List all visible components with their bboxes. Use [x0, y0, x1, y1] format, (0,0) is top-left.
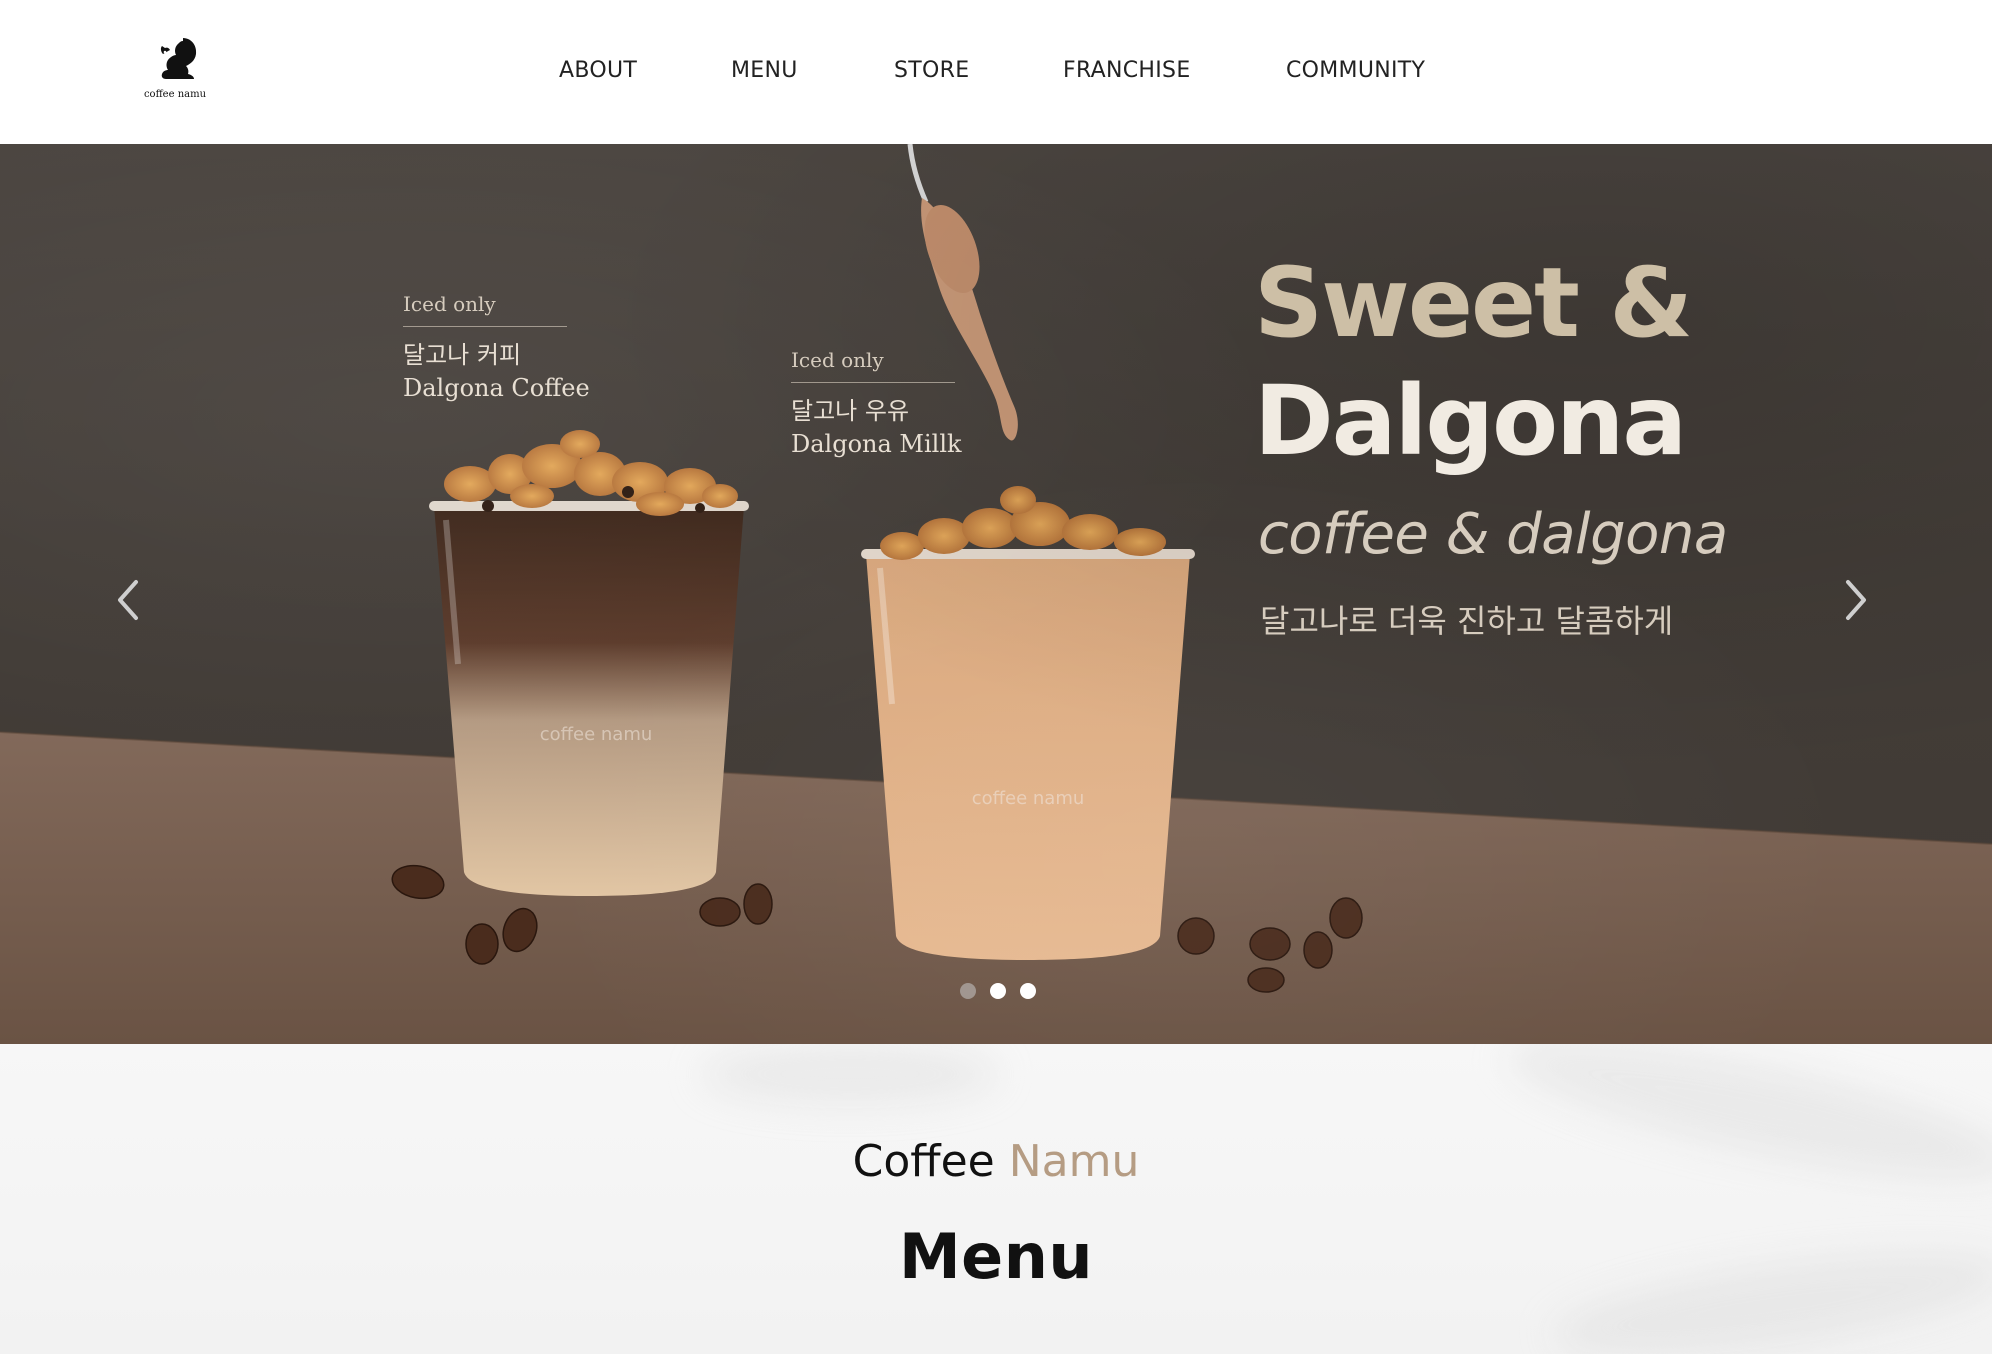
nav-item-franchise[interactable]: FRANCHISE	[1063, 58, 1191, 83]
chevron-left-icon	[118, 580, 138, 620]
iced-only-badge: Iced only	[791, 348, 955, 383]
brand-logo[interactable]: coffee namu	[140, 32, 210, 104]
product-name-ko: 달고나 우유	[791, 397, 910, 425]
product-name-ko: 달고나 커피	[403, 341, 522, 369]
nav-item-about[interactable]: ABOUT	[559, 58, 637, 83]
section-subtitle-part2: Namu	[1008, 1136, 1140, 1187]
slider-dot-2[interactable]	[990, 983, 1006, 999]
menu-section: Coffee Namu Menu	[0, 1044, 1992, 1354]
slider-prev-button[interactable]	[108, 570, 148, 630]
hero-subtitle: coffee & dalgona	[1258, 502, 1728, 567]
slider-next-button[interactable]	[1836, 570, 1876, 630]
slider-dot-1[interactable]	[960, 983, 976, 999]
product-name-en: Dalgona Coffee	[403, 374, 590, 402]
hero-title-line1: Sweet &	[1254, 247, 1693, 359]
section-subtitle: Coffee Namu	[0, 1136, 1992, 1187]
slider-dot-3[interactable]	[1020, 983, 1036, 999]
squirrel-logo-icon	[160, 38, 197, 79]
site-header: coffee namu ABOUT MENU STORE FRANCHISE C…	[0, 0, 1992, 144]
hero-title: Sweet & Dalgona	[1254, 244, 1693, 480]
section-subtitle-part1: Coffee	[852, 1136, 995, 1187]
hero-slider: coffee namu coffee namu Iced only 달고나 커피…	[0, 144, 1992, 1044]
nav-item-menu[interactable]: MENU	[731, 58, 798, 83]
hero-title-line2: Dalgona	[1254, 365, 1687, 477]
product-name-en: Dalgona Millk	[791, 430, 962, 458]
nav-item-community[interactable]: COMMUNITY	[1286, 58, 1425, 83]
product-label-dalgona-coffee: Iced only 달고나 커피 Dalgona Coffee	[403, 292, 590, 402]
iced-only-badge: Iced only	[403, 292, 567, 327]
logo-wordmark: coffee namu	[143, 89, 207, 100]
section-title: Menu	[898, 1220, 1094, 1293]
product-label-dalgona-milk: Iced only 달고나 우유 Dalgona Millk	[791, 348, 962, 458]
hero-tagline: 달고나로 더욱 진하고 달콤하게	[1260, 602, 1674, 640]
nav-item-store[interactable]: STORE	[894, 58, 969, 83]
chevron-right-icon	[1846, 580, 1866, 620]
